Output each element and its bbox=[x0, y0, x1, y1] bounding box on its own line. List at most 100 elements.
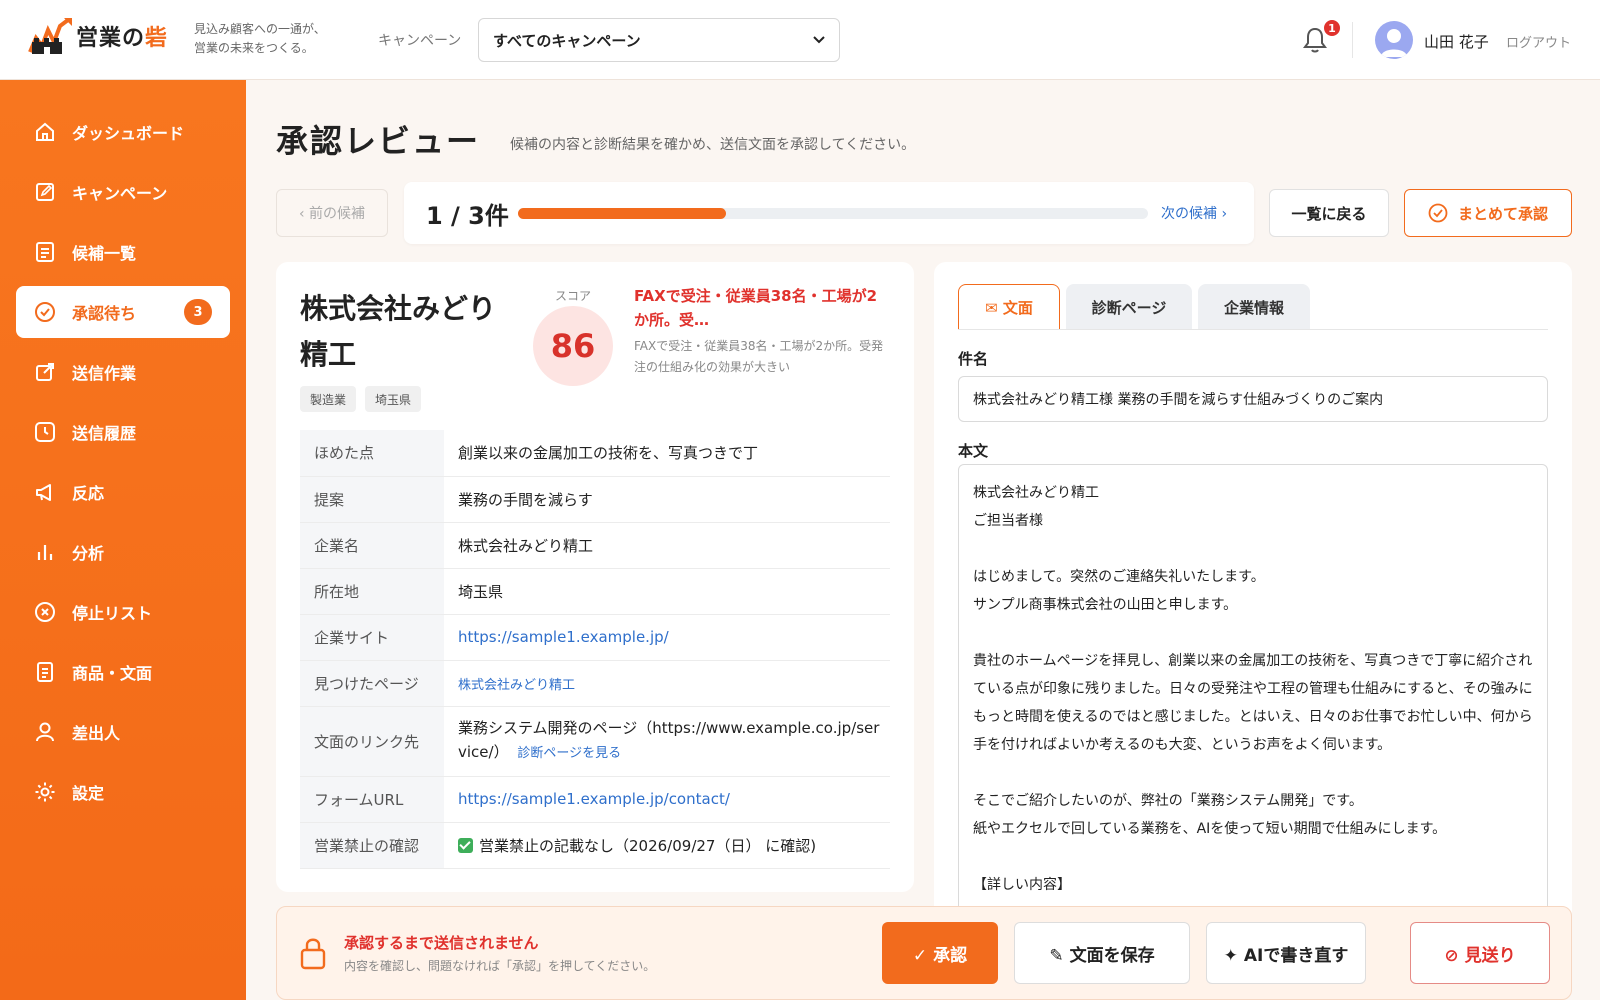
sidebar-item-products-templates[interactable]: 商品・文面 bbox=[16, 646, 230, 698]
candidate-pager: 1 / 3件 次の候補 › bbox=[404, 182, 1254, 244]
tab-divider bbox=[958, 329, 1548, 330]
user-name: 山田 花子 bbox=[1424, 33, 1489, 51]
body-line bbox=[973, 843, 1533, 871]
row-key: 提案 bbox=[300, 476, 444, 523]
save-message-button[interactable]: ✎ 文面を保存 bbox=[1014, 922, 1190, 984]
table-row: 見つけたページ 株式会社みどり精工 bbox=[300, 660, 890, 707]
logo-text-main: 営業の bbox=[76, 26, 146, 51]
company-site-link[interactable]: https://sample1.example.jp/ bbox=[458, 628, 669, 646]
document-icon bbox=[37, 662, 53, 682]
avatar[interactable] bbox=[1375, 21, 1413, 59]
bulk-approve-button[interactable]: まとめて承認 bbox=[1404, 189, 1572, 237]
sidebar-item-candidates[interactable]: 候補一覧 bbox=[16, 226, 230, 278]
app-logo[interactable]: 営業の砦 bbox=[28, 16, 168, 56]
approval-warning-title: 承認するまで送信されません bbox=[344, 934, 539, 952]
body-label: 本文 bbox=[958, 442, 989, 460]
score-label: スコア bbox=[555, 289, 592, 303]
tagline-line-1: 見込み顧客への一通が、 bbox=[194, 22, 326, 36]
form-url-link[interactable]: https://sample1.example.jp/contact/ bbox=[458, 790, 730, 808]
sidebar: ダッシュボード キャンペーン 候補一覧 承認待ち 3 送信作業 送信履歴 反応 … bbox=[0, 80, 246, 1000]
ban-check-text: 営業禁止の記載なし（2026/09/27（日） に確認) bbox=[479, 836, 817, 855]
sidebar-item-pending-approval[interactable]: 承認待ち 3 bbox=[16, 286, 230, 338]
sidebar-item-label: 商品・文面 bbox=[72, 664, 153, 683]
row-value: 埼玉県 bbox=[444, 568, 890, 615]
page-subtitle: 候補の内容と診断結果を確かめ、送信文面を承認してください。 bbox=[510, 137, 916, 153]
ai-rewrite-button[interactable]: ✦ AIで書き直す bbox=[1206, 922, 1366, 984]
notification-badge: 1 bbox=[1322, 18, 1342, 38]
next-candidate-link[interactable]: 次の候補 › bbox=[1161, 203, 1227, 223]
body-line: サンプル商事株式会社の山田と申します。 bbox=[973, 597, 1238, 613]
sidebar-item-dashboard[interactable]: ダッシュボード bbox=[16, 106, 230, 158]
candidate-info-table: ほめた点 創業以来の金属加工の技術を、写真つきで丁 提案 業務の手間を減らす 企… bbox=[300, 430, 890, 869]
row-key: 見つけたページ bbox=[300, 660, 444, 707]
row-key: 企業サイト bbox=[300, 614, 444, 661]
row-value: 創業以来の金属加工の技術を、写真つきで丁 bbox=[444, 430, 890, 477]
table-row: 営業禁止の確認 営業禁止の記載なし（2026/09/27（日） に確認) bbox=[300, 822, 890, 869]
tab-message[interactable]: ✉ 文面 bbox=[958, 284, 1060, 330]
tab-diagnosis-page[interactable]: 診断ページ bbox=[1066, 284, 1192, 330]
chevron-down-icon bbox=[813, 36, 825, 44]
skip-button[interactable]: ⊘ 見送り bbox=[1410, 922, 1550, 984]
user-avatar-icon bbox=[1381, 29, 1407, 57]
home-icon bbox=[36, 122, 54, 141]
campaign-select[interactable]: すべてのキャンペーン bbox=[478, 18, 840, 62]
body-textarea[interactable]: 株式会社みどり精工 ご担当者様 はじめまして。突然のご連絡失礼いたします。 サン… bbox=[958, 464, 1548, 924]
subject-input[interactable]: 株式会社みどり精工様 業務の手間を減らす仕組みづくりのご案内 bbox=[958, 376, 1548, 422]
diagnosis-page-link[interactable]: 診断ページを見る bbox=[517, 746, 621, 761]
pending-count-badge: 3 bbox=[184, 299, 212, 325]
megaphone-icon bbox=[36, 484, 51, 501]
row-value: 業務の手間を減らす bbox=[444, 476, 890, 523]
header-divider bbox=[1352, 22, 1353, 58]
score-reason-detail: FAXで受注・従業員38名・工場が2か所。受発注の仕組み化の効果が大きい bbox=[634, 339, 884, 374]
sidebar-item-label: 停止リスト bbox=[72, 604, 153, 623]
row-value: 株式会社みどり精工 bbox=[444, 522, 890, 569]
clock-icon bbox=[35, 422, 55, 442]
sidebar-item-senders[interactable]: 差出人 bbox=[16, 706, 230, 758]
row-key: フォームURL bbox=[300, 776, 444, 823]
approval-warning-detail: 内容を確認し、問題なければ「承認」を押してください。 bbox=[344, 959, 656, 973]
logout-link[interactable]: ログアウト bbox=[1506, 32, 1571, 51]
tab-company-info[interactable]: 企業情報 bbox=[1198, 284, 1310, 330]
lock-icon bbox=[300, 938, 326, 970]
score-reason-title: FAXで受注・従業員38名・工場が2か所。受… bbox=[634, 287, 878, 329]
sidebar-item-responses[interactable]: 反応 bbox=[16, 466, 230, 518]
body-line bbox=[973, 759, 1533, 787]
sidebar-item-label: 設定 bbox=[72, 784, 105, 803]
x-circle-icon bbox=[35, 602, 55, 622]
sidebar-item-stop-list[interactable]: 停止リスト bbox=[16, 586, 230, 638]
sidebar-item-label: 反応 bbox=[72, 484, 105, 503]
send-icon bbox=[36, 363, 54, 381]
check-circle-icon bbox=[35, 302, 55, 322]
sidebar-item-send-tasks[interactable]: 送信作業 bbox=[16, 346, 230, 398]
sidebar-item-label: 送信作業 bbox=[72, 364, 137, 383]
body-line: 株式会社みどり精工 bbox=[973, 485, 1099, 501]
table-row: 提案 業務の手間を減らす bbox=[300, 476, 890, 523]
progress-track bbox=[518, 208, 1148, 219]
body-line: 【詳しい内容】 bbox=[973, 877, 1071, 893]
tagline-line-2: 営業の未来をつくる。 bbox=[194, 41, 314, 55]
subject-label: 件名 bbox=[958, 350, 989, 368]
sidebar-item-settings[interactable]: 設定 bbox=[16, 766, 230, 818]
table-row: フォームURL https://sample1.example.jp/conta… bbox=[300, 776, 890, 823]
found-page-link[interactable]: 株式会社みどり精工 bbox=[458, 678, 575, 693]
bulk-approve-label: まとめて承認 bbox=[1457, 204, 1548, 223]
campaign-label: キャンペーン bbox=[378, 33, 462, 49]
checkmark-icon bbox=[458, 837, 473, 853]
sidebar-item-campaign[interactable]: キャンペーン bbox=[16, 166, 230, 218]
sidebar-item-label: 差出人 bbox=[72, 724, 121, 743]
prev-candidate-button[interactable]: ‹ 前の候補 bbox=[276, 189, 388, 237]
campaign-select-value: すべてのキャンペーン bbox=[493, 31, 641, 50]
back-to-list-button[interactable]: 一覧に戻る bbox=[1269, 189, 1389, 237]
sidebar-item-label: 候補一覧 bbox=[72, 244, 137, 263]
sidebar-item-send-history[interactable]: 送信履歴 bbox=[16, 406, 230, 458]
approve-button[interactable]: ✓ 承認 bbox=[882, 922, 998, 984]
progress-fill bbox=[518, 208, 726, 219]
body-line: 紙やエクセルで回している業務を、AIを使って短い期間で仕組みにします。 bbox=[973, 821, 1447, 837]
candidate-count: 1 / 3件 bbox=[426, 202, 509, 230]
sidebar-item-label: 承認待ち bbox=[72, 304, 137, 323]
region-tag: 埼玉県 bbox=[365, 386, 422, 412]
row-key: 企業名 bbox=[300, 522, 444, 569]
edit-icon bbox=[36, 183, 54, 201]
logo-text-accent: 砦 bbox=[145, 26, 169, 51]
sidebar-item-analytics[interactable]: 分析 bbox=[16, 526, 230, 578]
